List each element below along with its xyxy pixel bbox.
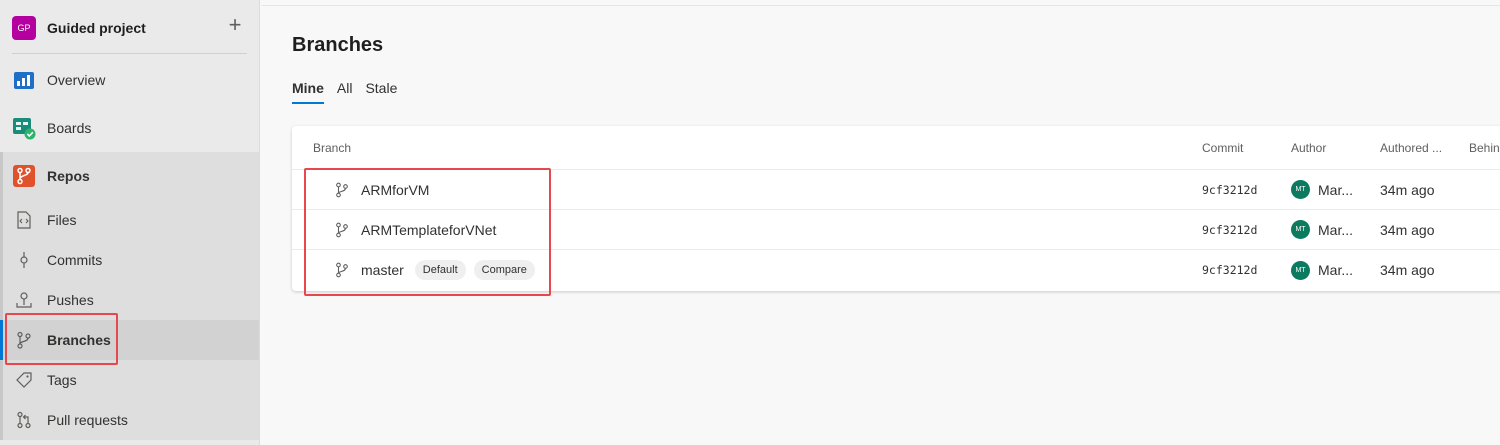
nav-item-files[interactable]: Files	[0, 200, 259, 240]
file-code-icon	[14, 210, 34, 230]
column-header-author[interactable]: Author	[1291, 141, 1326, 155]
nav-label-branches: Branches	[47, 332, 111, 348]
divider	[12, 53, 247, 54]
branch-name-link[interactable]: master	[361, 262, 404, 278]
nav-item-branches[interactable]: Branches	[0, 320, 259, 360]
nav-item-pushes[interactable]: Pushes	[0, 280, 259, 320]
nav-label-boards: Boards	[47, 120, 92, 136]
branch-name-link[interactable]: ARMforVM	[361, 182, 429, 198]
authored-date: 34m ago	[1380, 262, 1435, 278]
author-name: Mar...	[1318, 262, 1354, 278]
add-icon[interactable]: +	[225, 14, 245, 36]
avatar: MT	[1291, 180, 1310, 199]
branch-cell: ARMTemplateforVNet	[335, 222, 496, 238]
branch-filter-tabs: Mine All Stale	[292, 78, 410, 104]
table-row[interactable]: ARMTemplateforVNet 9cf3212d MT Mar... 34…	[292, 210, 1500, 250]
nav-item-commits[interactable]: Commits	[0, 240, 259, 280]
main-content: Branches Mine All Stale Branch Commit Au…	[261, 0, 1500, 445]
nav-item-boards[interactable]: Boards	[0, 104, 259, 152]
author-cell: MT Mar...	[1291, 180, 1353, 199]
author-cell: MT Mar...	[1291, 260, 1354, 280]
avatar: MT	[1291, 220, 1310, 239]
boards-icon	[12, 116, 36, 140]
commit-id-link[interactable]: 9cf3212d	[1202, 263, 1257, 277]
nav-item-tags[interactable]: Tags	[0, 360, 259, 400]
commit-icon	[14, 250, 34, 270]
repos-icon	[12, 164, 36, 188]
tag-icon	[14, 370, 34, 390]
repos-group: Repos Files Commits Pushes Branches Tags…	[0, 152, 259, 440]
branch-icon	[14, 330, 34, 350]
project-header: GP Guided project +	[0, 0, 259, 56]
nav-label-pushes: Pushes	[47, 292, 94, 308]
author-cell: MT Mar...	[1291, 220, 1353, 239]
table-row[interactable]: master Default Compare 9cf3212d MT Mar..…	[292, 250, 1500, 290]
nav-label-files: Files	[47, 212, 77, 228]
author-name: Mar...	[1318, 181, 1354, 198]
nav-item-repos[interactable]: Repos	[0, 152, 259, 200]
avatar: MT	[1291, 260, 1310, 280]
branch-icon	[335, 182, 349, 198]
table-row[interactable]: ARMforVM 9cf3212d MT Mar... 34m ago	[292, 170, 1500, 210]
left-navigation: GP Guided project + Overview Boards Repo…	[0, 0, 260, 445]
pull-request-icon	[14, 410, 34, 430]
nav-label-tags: Tags	[47, 372, 77, 388]
page-title: Branches	[292, 34, 384, 56]
column-header-authored[interactable]: Authored ...	[1380, 141, 1442, 155]
push-icon	[14, 290, 34, 310]
branches-table: Branch Commit Author Authored ... Behin …	[292, 126, 1500, 291]
project-name[interactable]: Guided project	[47, 20, 146, 36]
nav-label-pull-requests: Pull requests	[47, 412, 128, 428]
overview-icon	[12, 68, 36, 92]
authored-date: 34m ago	[1380, 221, 1435, 238]
default-badge: Default	[414, 260, 466, 280]
branch-cell: master Default Compare	[335, 260, 535, 280]
branch-name-link[interactable]: ARMTemplateforVNet	[361, 222, 496, 238]
table-header: Branch Commit Author Authored ... Behin	[292, 126, 1500, 170]
compare-button[interactable]: Compare	[473, 260, 535, 280]
column-header-commit[interactable]: Commit	[1202, 141, 1243, 155]
branch-icon	[335, 222, 349, 238]
nav-item-overview[interactable]: Overview	[0, 56, 259, 104]
nav-label-repos: Repos	[47, 168, 90, 184]
nav-label-overview: Overview	[47, 72, 106, 88]
tab-all[interactable]: All	[337, 78, 353, 104]
authored-date: 34m ago	[1380, 181, 1435, 198]
project-avatar: GP	[12, 16, 36, 40]
tab-stale[interactable]: Stale	[365, 78, 397, 104]
author-name: Mar...	[1318, 221, 1354, 238]
nav-label-commits: Commits	[47, 252, 103, 268]
commit-id-link[interactable]: 9cf3212d	[1202, 183, 1257, 197]
commit-id-link[interactable]: 9cf3212d	[1202, 223, 1257, 237]
branch-cell: ARMforVM	[335, 182, 429, 198]
column-header-behind[interactable]: Behin	[1469, 141, 1500, 155]
nav-item-pull-requests[interactable]: Pull requests	[0, 400, 259, 440]
tab-mine[interactable]: Mine	[292, 78, 324, 104]
column-header-branch[interactable]: Branch	[313, 141, 351, 155]
branch-icon	[335, 262, 349, 278]
